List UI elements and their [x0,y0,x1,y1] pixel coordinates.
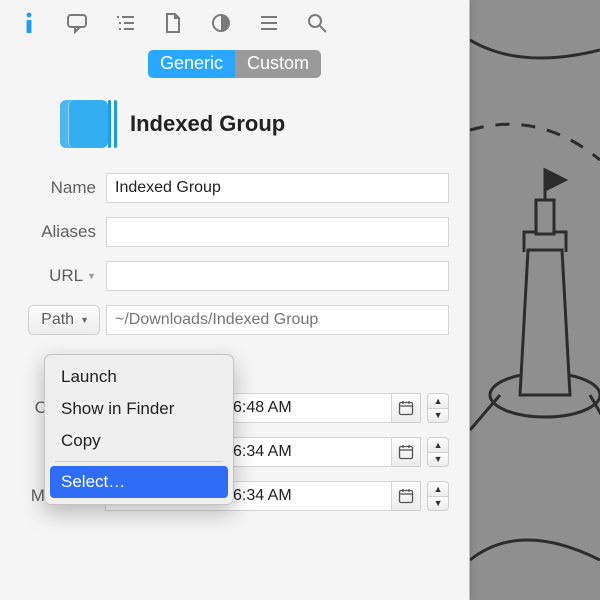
url-input[interactable] [106,261,449,291]
label-url[interactable]: URL▼ [20,266,106,286]
appearance-icon[interactable] [210,12,232,34]
date-picker-button[interactable] [392,393,422,423]
stepper-up-icon: ▲ [427,481,449,496]
date-picker-button[interactable] [392,437,422,467]
row-url: URL▼ [20,254,449,298]
segment-generic[interactable]: Generic [148,50,235,78]
created-stepper[interactable]: ▲▼ [427,393,449,423]
path-dropdown-button[interactable]: Path▼ [28,305,100,335]
menu-item-launch[interactable]: Launch [45,361,233,393]
stepper-up-icon: ▲ [427,437,449,452]
inspector-panel: Generic Custom Indexed Group Name Aliase… [0,0,470,600]
menu-item-show-in-finder[interactable]: Show in Finder [45,393,233,425]
document-icon[interactable] [162,12,184,34]
paragraph-icon[interactable] [258,12,280,34]
inspector-toolbar [0,0,469,46]
comment-icon[interactable] [66,12,88,34]
indexed-group-icon [60,100,114,148]
stepper-down-icon: ▼ [427,452,449,468]
segment-custom[interactable]: Custom [235,50,321,78]
item-title: Indexed Group [130,111,285,137]
item-header: Indexed Group [0,78,469,162]
stepper-down-icon: ▼ [427,408,449,424]
row-name: Name [20,166,449,210]
outline-icon[interactable] [114,12,136,34]
label-aliases: Aliases [20,222,106,242]
chevron-down-icon: ▼ [87,271,96,281]
aliases-input[interactable] [106,217,449,247]
modified-stepper[interactable]: ▲▼ [427,481,449,511]
name-input[interactable] [106,173,449,203]
stepper-down-icon: ▼ [427,496,449,512]
menu-separator [55,461,223,462]
path-input[interactable] [106,305,449,335]
menu-item-select[interactable]: Select… [50,466,228,498]
row-aliases: Aliases [20,210,449,254]
date-picker-button[interactable] [392,481,422,511]
path-context-menu: Launch Show in Finder Copy Select… [44,354,234,505]
info-mode-segmented: Generic Custom [0,50,469,78]
menu-item-copy[interactable]: Copy [45,425,233,457]
added-stepper[interactable]: ▲▼ [427,437,449,467]
info-icon[interactable] [18,12,40,34]
search-icon[interactable] [306,12,328,34]
stepper-up-icon: ▲ [427,393,449,408]
chevron-down-icon: ▼ [80,315,89,325]
label-name: Name [20,178,106,198]
row-path: Path▼ [20,298,449,342]
